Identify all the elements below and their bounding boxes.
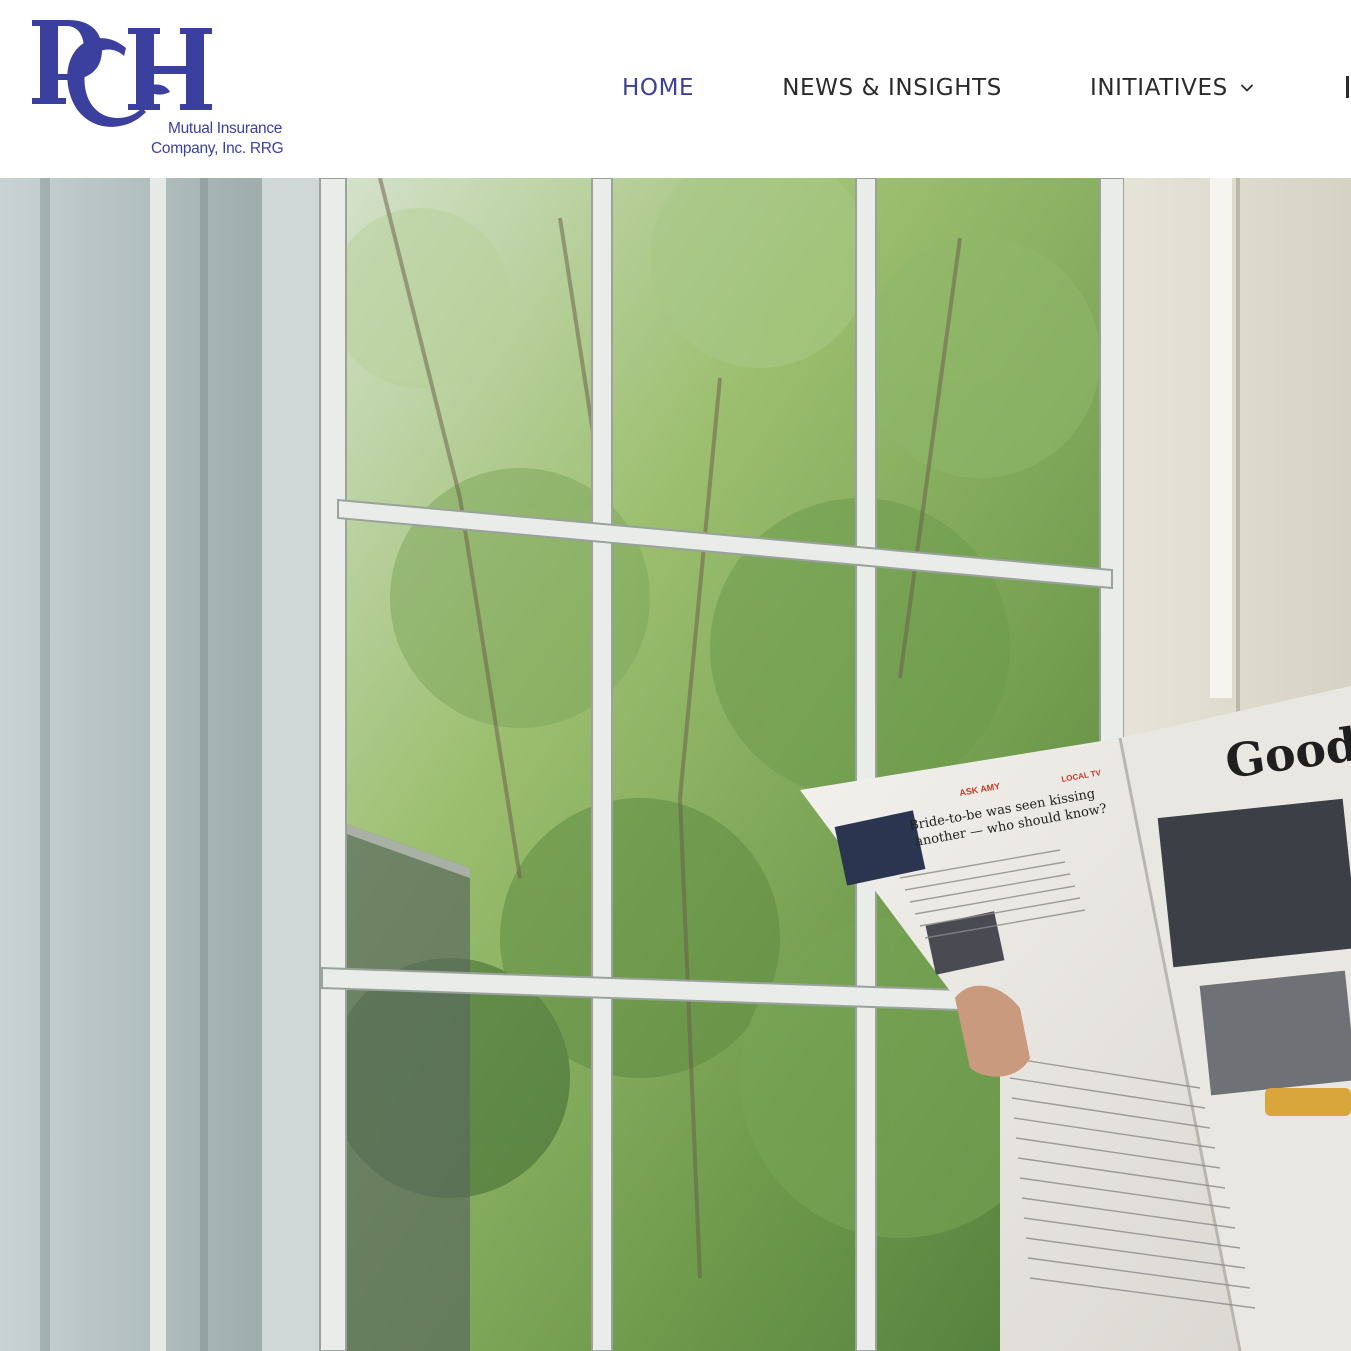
logo-subtitle-line2: Company, Inc. RRG: [151, 140, 284, 157]
nav-overflow-edge: [1346, 76, 1349, 98]
nav-home[interactable]: HOME: [622, 75, 694, 101]
hero-image: Good ASK AMY Bride-to-be was seen kissin…: [0, 178, 1351, 1351]
main-nav: HOME NEWS & INSIGHTS INITIATIVES: [622, 70, 1254, 106]
nav-initiatives[interactable]: INITIATIVES: [1090, 75, 1254, 101]
page: Mutual Insurance Company, Inc. RRG HOME …: [0, 0, 1351, 1351]
company-logo[interactable]: Mutual Insurance Company, Inc. RRG: [28, 14, 290, 164]
nav-home-label: HOME: [622, 75, 695, 101]
site-header: Mutual Insurance Company, Inc. RRG HOME …: [0, 0, 1351, 178]
nav-initiatives-label: INITIATIVES: [1089, 75, 1228, 101]
nav-news-insights[interactable]: NEWS & INSIGHTS: [782, 75, 1002, 101]
chevron-down-icon: [1240, 84, 1253, 92]
hero-banner: Good ASK AMY Bride-to-be was seen kissin…: [0, 178, 1351, 1351]
nav-news-insights-label: NEWS & INSIGHTS: [782, 75, 1002, 101]
logo-subtitle-line1: Mutual Insurance: [168, 120, 283, 137]
